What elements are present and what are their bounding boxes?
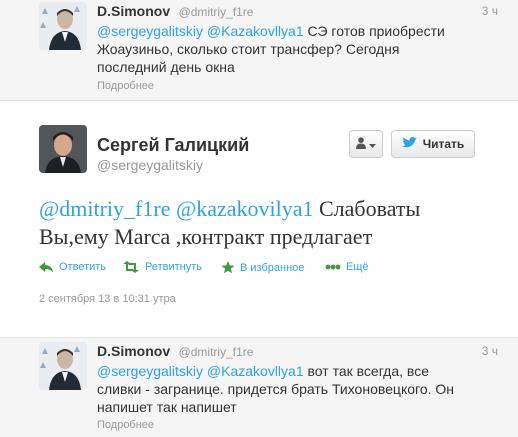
tweet-text-line1: вот так всегда, все bbox=[303, 363, 429, 379]
avatar[interactable] bbox=[39, 125, 87, 173]
more-dots-icon bbox=[325, 264, 341, 270]
mentions-link[interactable]: @sergeygalitskiy @Kazakovllya1 bbox=[97, 23, 304, 39]
author-handle[interactable]: @dmitriy_f1re bbox=[179, 5, 254, 19]
reply-header: D.Simonov @dmitriy_f1re 3 ч bbox=[97, 3, 498, 21]
favorite-button[interactable]: В избранное bbox=[221, 261, 304, 274]
mentions-link[interactable]: @sergeygalitskiy @Kazakovllya1 bbox=[97, 363, 304, 379]
retweet-label: Ретвитнуть bbox=[145, 261, 203, 273]
author-name[interactable]: D.Simonov bbox=[97, 343, 170, 359]
tweet-text: @sergeygalitskiy @Kazakovllya1 СЭ готов … bbox=[97, 22, 457, 76]
star-icon bbox=[221, 261, 235, 274]
details-link[interactable]: Подробнее bbox=[97, 419, 154, 431]
favorite-label: В избранное bbox=[240, 261, 305, 274]
follow-button[interactable]: Читать bbox=[391, 130, 475, 158]
author-handle[interactable]: @dmitriy_f1re bbox=[179, 345, 254, 359]
reply-button[interactable]: Ответить bbox=[39, 261, 106, 273]
author-name[interactable]: D.Simonov bbox=[97, 3, 170, 19]
tweet-text-line2: Жоаузиньо, сколько стоит трансфер? Сегод… bbox=[97, 41, 400, 57]
avatar[interactable] bbox=[39, 342, 87, 390]
details-link[interactable]: Подробнее bbox=[97, 80, 154, 92]
author-handle[interactable]: @sergeygalitskiy bbox=[97, 157, 203, 173]
tweet-text-line1: СЭ готов приобрести bbox=[303, 23, 445, 39]
tweet-time[interactable]: 3 ч bbox=[482, 344, 498, 358]
mention-link[interactable]: @kazakovilya1 bbox=[176, 196, 314, 221]
twitter-bird-icon bbox=[401, 136, 417, 152]
tweet-text-line2: Вы,ему Marca ,контракт предлагает bbox=[39, 224, 373, 249]
mention-link[interactable]: @dmitriy_f1re bbox=[39, 196, 170, 221]
tweet-text-line3: последний день окна bbox=[97, 59, 235, 75]
retweet-button[interactable]: Ретвитнуть bbox=[122, 261, 202, 273]
reply-tweet-top[interactable]: D.Simonov @dmitriy_f1re 3 ч @sergeygalit… bbox=[0, 0, 518, 101]
user-icon bbox=[356, 136, 366, 152]
main-tweet: Сергей Галицкий @sergeygalitskiy Читать … bbox=[0, 101, 518, 337]
tweet-time[interactable]: 3 ч bbox=[482, 4, 498, 18]
reply-tweet-bottom[interactable]: D.Simonov @dmitriy_f1re 3 ч @sergeygalit… bbox=[0, 337, 518, 437]
caret-down-icon bbox=[369, 137, 376, 151]
more-button[interactable]: Ещё bbox=[325, 261, 369, 273]
tweet-timestamp[interactable]: 2 сентября 13 в 10:31 утра bbox=[39, 293, 176, 305]
reply-arrow-icon bbox=[39, 261, 54, 273]
tweet-text-line1: Слабоваты bbox=[313, 196, 421, 221]
author-name[interactable]: Сергей Галицкий bbox=[97, 135, 249, 156]
retweet-icon bbox=[122, 261, 140, 273]
reply-header: D.Simonov @dmitriy_f1re 3 ч bbox=[97, 343, 498, 361]
more-label: Ещё bbox=[346, 261, 369, 273]
tweet-text: @dmitriy_f1re @kazakovilya1 Слабоваты Вы… bbox=[39, 195, 479, 251]
follow-button-label: Читать bbox=[422, 137, 465, 151]
tweet-text: @sergeygalitskiy @Kazakovllya1 вот так в… bbox=[97, 362, 457, 416]
avatar[interactable] bbox=[39, 2, 87, 50]
user-actions-button[interactable] bbox=[349, 130, 383, 158]
tweet-text-line2: сливки - загранице. придется брать Тихон… bbox=[97, 381, 454, 397]
tweet-text-line3: напишет так напишет bbox=[97, 399, 237, 415]
reply-label: Ответить bbox=[59, 261, 107, 273]
